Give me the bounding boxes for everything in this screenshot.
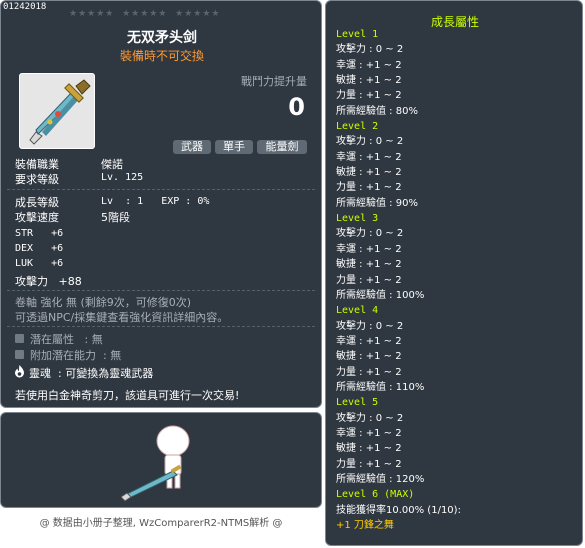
star-force-stars: ★★★★★ ★★★★★ ★★★★★ xyxy=(69,9,221,19)
max-level-header: Level 6 (MAX) xyxy=(336,489,415,501)
level-header: Level 2 xyxy=(336,121,379,133)
level-line: 力量 : +1 ~ 2 xyxy=(336,458,402,470)
level-line: 所需經驗值 : 120% xyxy=(336,473,425,485)
attack-stat: 攻擊力 +88 xyxy=(15,275,82,288)
level-line: 敏捷 : +1 ~ 2 xyxy=(336,443,402,455)
level-line: 攻擊力 : 0 ~ 2 xyxy=(336,412,404,424)
additional-potential-checkbox-icon xyxy=(15,350,24,359)
level-line: 敏捷 : +1 ~ 2 xyxy=(336,259,402,271)
tag-energy-sword: 能量劍 xyxy=(257,140,307,154)
tag-one-handed: 單手 xyxy=(215,140,253,154)
level-line: 攻擊力 : 0 ~ 2 xyxy=(336,136,404,148)
luk-stat: LUK +6 xyxy=(15,258,64,269)
scissors-trade-line: 若使用白金神奇剪刀，該道具可進行一次交易! xyxy=(15,389,240,402)
dex-stat: DEX +6 xyxy=(15,243,64,254)
credits-text: @ 数据由小册子整理, WzComparerR2-NTMS解析 @ xyxy=(39,518,283,529)
level-line: 攻擊力 : 0 ~ 2 xyxy=(336,228,404,240)
potential-line: 潛在屬性 : 無 xyxy=(30,333,103,346)
level-line: 敏捷 : +1 ~ 2 xyxy=(336,167,402,179)
additional-potential-line: 附加潛在能力 : 無 xyxy=(30,349,122,362)
required-level-value: Lv. 125 xyxy=(101,172,144,183)
growth-level-label: 成長等級 xyxy=(15,196,59,209)
soul-flame-icon xyxy=(15,365,24,378)
level-header: Level 4 xyxy=(336,305,379,317)
item-icon-box xyxy=(19,73,95,149)
level-line: 幸運 : +1 ~ 2 xyxy=(336,427,402,439)
level-line: 幸運 : +1 ~ 2 xyxy=(336,335,402,347)
job-label: 裝備職業 xyxy=(15,158,59,171)
required-level-label: 要求等級 xyxy=(15,173,59,186)
item-code: 01242018 xyxy=(3,2,47,12)
trade-status: 裝備時不可交換 xyxy=(119,49,204,63)
item-name: 无双矛头剑 xyxy=(127,30,197,46)
level-line: 力量 : +1 ~ 2 xyxy=(336,366,402,378)
growth-level-value: Lv : 1 EXP : 0% xyxy=(101,196,210,207)
skill-bonus: +1 刀鋒之舞 xyxy=(336,520,394,531)
item-tooltip-panel: 01242018 ★★★★★ ★★★★★ ★★★★★ 无双矛头剑 裝備時不可交換… xyxy=(0,0,322,408)
level-header: Level 5 xyxy=(336,397,379,409)
level-line: 力量 : +1 ~ 2 xyxy=(336,182,402,194)
level-line: 攻擊力 : 0 ~ 2 xyxy=(336,320,404,332)
divider xyxy=(7,189,315,190)
level-line: 所需經驗值 : 100% xyxy=(336,289,425,301)
level-line: 幸運 : +1 ~ 2 xyxy=(336,59,402,71)
level-line: 敏捷 : +1 ~ 2 xyxy=(336,75,402,87)
character-preview-panel xyxy=(0,412,322,508)
level-line: 幸運 : +1 ~ 2 xyxy=(336,243,402,255)
attack-speed-value: 5階段 xyxy=(101,211,130,224)
power-increase-value: 0 xyxy=(288,93,305,121)
level-line: 幸運 : +1 ~ 2 xyxy=(336,151,402,163)
level-line: 所需經驗值 : 80% xyxy=(336,105,418,117)
level-line: 攻擊力 : 0 ~ 2 xyxy=(336,44,404,56)
level-line: 所需經驗值 : 90% xyxy=(336,197,418,209)
level-header: Level 1 xyxy=(336,29,379,40)
scroll-upgrade-info: 卷軸 強化 無 (剩餘9次，可修復0次) xyxy=(15,296,192,309)
divider xyxy=(7,326,315,327)
divider xyxy=(7,290,315,291)
growth-attributes-panel: 成長屬性 Level 1 攻擊力 : 0 ~ 2 幸運 : +1 ~ 2 敏捷 … xyxy=(325,0,583,546)
level-header: Level 3 xyxy=(336,213,379,225)
level-line: 力量 : +1 ~ 2 xyxy=(336,90,402,102)
job-value: 傑諾 xyxy=(101,158,123,171)
upgrade-hint: 可透過NPC/採集鍵查看強化資訊詳細內容。 xyxy=(15,311,229,324)
attack-speed-label: 攻擊速度 xyxy=(15,211,59,224)
tag-weapon: 武器 xyxy=(173,140,211,154)
growth-levels-list: Level 1 攻擊力 : 0 ~ 2 幸運 : +1 ~ 2 敏捷 : +1 … xyxy=(336,27,461,533)
character-avatar xyxy=(121,425,190,502)
soul-line: 靈魂 : 可變換為靈魂武器 xyxy=(29,367,154,380)
level-line: 所需經驗值 : 110% xyxy=(336,381,425,393)
skill-acquire-rate: 技能獲得率10.00% (1/10): xyxy=(336,504,461,516)
level-line: 力量 : +1 ~ 2 xyxy=(336,274,402,286)
str-stat: STR +6 xyxy=(15,228,64,239)
potential-checkbox-icon xyxy=(15,334,24,343)
level-line: 敏捷 : +1 ~ 2 xyxy=(336,351,402,363)
power-increase-label: 戰鬥力提升量 xyxy=(241,75,307,88)
sword-icon xyxy=(29,79,91,145)
